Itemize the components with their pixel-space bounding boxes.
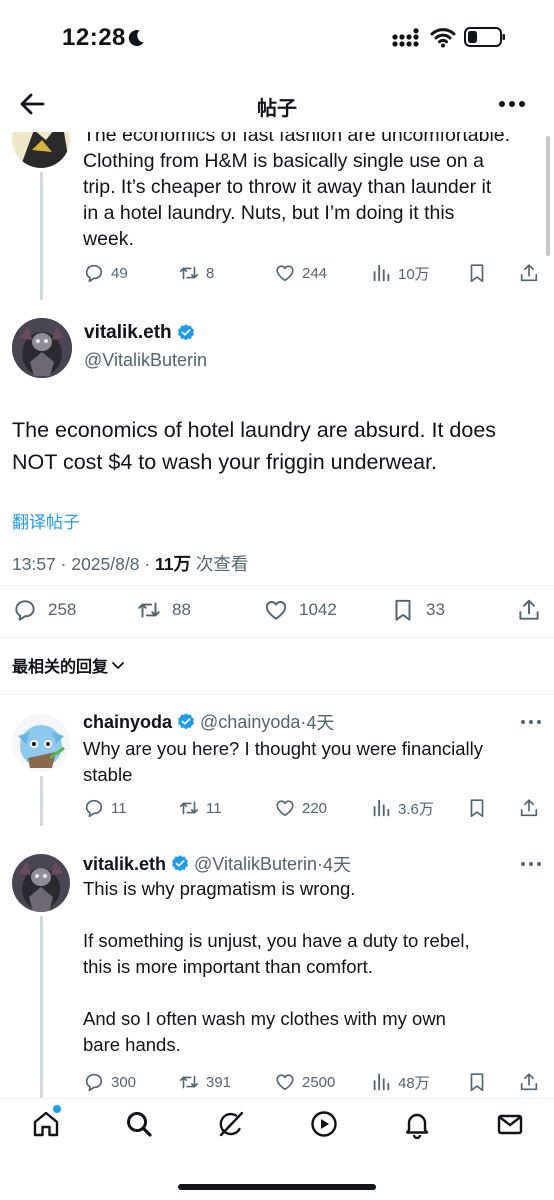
- repost-icon: [179, 1075, 199, 1089]
- reply-text: This is why pragmatism is wrong. If some…: [83, 878, 470, 1055]
- reply-icon: [85, 799, 103, 818]
- reply-text: Why are you here? I thought you were fin…: [83, 738, 484, 785]
- more-options-icon[interactable]: [520, 718, 542, 726]
- share-button[interactable]: [518, 1071, 540, 1093]
- repost-button[interactable]: 391: [178, 1071, 231, 1093]
- reply-button[interactable]: 49: [83, 262, 128, 284]
- tweet-metadata: 13:57 · 2025/8/8 · 11万 次查看: [12, 554, 249, 574]
- repost-icon: [179, 801, 199, 815]
- share-icon: [520, 264, 538, 282]
- avatar[interactable]: [12, 318, 72, 378]
- bell-icon: [405, 1113, 429, 1140]
- reply-icon: [85, 1073, 103, 1092]
- tweet-text: The economics of hotel laundry are absur…: [12, 418, 497, 474]
- mail-icon: [497, 1114, 523, 1135]
- heart-icon: [265, 601, 287, 620]
- avatar[interactable]: [12, 714, 70, 772]
- notification-dot: [53, 1105, 61, 1113]
- share-icon: [520, 1073, 538, 1091]
- bookmark-icon: [470, 1073, 484, 1092]
- heart-icon: [276, 800, 294, 817]
- bookmark-icon: [470, 264, 484, 283]
- reply-button[interactable]: 258: [12, 597, 76, 623]
- divider: [0, 637, 554, 638]
- verified-badge-icon: [177, 712, 195, 731]
- status-bar: 12:28: [0, 0, 554, 78]
- reply-icon: [85, 264, 103, 283]
- heart-icon: [276, 265, 294, 282]
- previous-tweet[interactable]: The economics of fast fashion are uncomf…: [0, 132, 554, 300]
- top-nav: 帖子: [0, 78, 554, 132]
- home-icon: [33, 1111, 59, 1137]
- scrollbar[interactable]: [546, 136, 550, 256]
- avatar[interactable]: [12, 132, 70, 168]
- tab-grok[interactable]: [216, 1109, 246, 1139]
- search-icon: [127, 1112, 152, 1137]
- moon-icon: [128, 30, 144, 47]
- bookmark-button[interactable]: [466, 1071, 488, 1093]
- bookmark-button[interactable]: [466, 262, 488, 284]
- like-button[interactable]: 220: [274, 797, 327, 819]
- tab-search[interactable]: [124, 1109, 154, 1139]
- reply-button[interactable]: 11: [83, 797, 127, 819]
- repost-button[interactable]: 8: [178, 262, 214, 284]
- repost-button[interactable]: 88: [136, 597, 191, 623]
- tweet-actions: 49 8 244 10万: [0, 262, 554, 286]
- cellular-signal-icon: [392, 28, 419, 47]
- like-button[interactable]: 2500: [274, 1071, 335, 1093]
- more-options-icon[interactable]: [498, 94, 526, 114]
- bookmark-icon: [395, 599, 411, 621]
- verified-badge-icon: [171, 854, 189, 873]
- reply-actions: 11 11 220 3.6万: [0, 797, 554, 821]
- tab-messages[interactable]: [495, 1109, 525, 1139]
- more-options-icon[interactable]: [520, 860, 542, 868]
- verified-badge-icon: [176, 323, 195, 342]
- replies-sort-selector[interactable]: 最相关的回复: [12, 653, 126, 677]
- divider: [0, 694, 554, 695]
- share-button[interactable]: [518, 262, 540, 284]
- views-icon: [373, 264, 390, 282]
- views-button[interactable]: 3.6万: [370, 797, 434, 819]
- bookmark-icon: [470, 799, 484, 818]
- share-button[interactable]: [516, 597, 542, 623]
- chevron-down-icon: [112, 662, 124, 669]
- bookmark-button[interactable]: [466, 797, 488, 819]
- tweet-actions: 258 88 1042 33: [0, 597, 554, 623]
- page-title: 帖子: [257, 98, 297, 120]
- repost-icon: [138, 602, 160, 618]
- divider: [0, 585, 554, 586]
- like-button[interactable]: 244: [274, 262, 327, 284]
- reply-header[interactable]: vitalik.eth @VitalikButerin · 4天: [83, 851, 351, 877]
- repost-icon: [179, 266, 199, 280]
- tab-notifications[interactable]: [402, 1109, 432, 1140]
- play-icon: [311, 1111, 337, 1137]
- tab-video[interactable]: [309, 1109, 339, 1139]
- like-button[interactable]: 1042: [263, 597, 337, 623]
- home-indicator: [178, 1184, 376, 1190]
- heart-icon: [276, 1074, 294, 1091]
- share-button[interactable]: [518, 797, 540, 819]
- wifi-icon: [430, 28, 456, 48]
- reply-header[interactable]: chainyoda @chainyoda · 4天: [83, 709, 334, 735]
- share-icon: [520, 799, 538, 817]
- views-icon: [373, 799, 390, 817]
- tweet-text: The economics of fast fashion are uncomf…: [83, 132, 511, 250]
- author-name[interactable]: vitalik.eth: [84, 322, 196, 344]
- reply-actions: 300 391 2500 48万: [0, 1071, 554, 1095]
- avatar[interactable]: [12, 854, 70, 912]
- reply-button[interactable]: 300: [83, 1071, 136, 1093]
- author-handle[interactable]: @VitalikButerin: [84, 350, 207, 371]
- battery-icon: [464, 27, 505, 47]
- status-time: 12:28: [62, 24, 126, 51]
- translate-post-link[interactable]: 翻译帖子: [12, 508, 80, 533]
- views-button[interactable]: 10万: [370, 262, 430, 284]
- repost-button[interactable]: 11: [178, 797, 222, 819]
- reply-icon: [15, 600, 35, 621]
- bookmark-button[interactable]: 33: [390, 597, 445, 623]
- tab-home[interactable]: [31, 1109, 61, 1139]
- views-icon: [373, 1073, 390, 1091]
- views-button[interactable]: 48万: [370, 1071, 430, 1093]
- grok-icon: [219, 1111, 244, 1137]
- share-icon: [519, 599, 539, 620]
